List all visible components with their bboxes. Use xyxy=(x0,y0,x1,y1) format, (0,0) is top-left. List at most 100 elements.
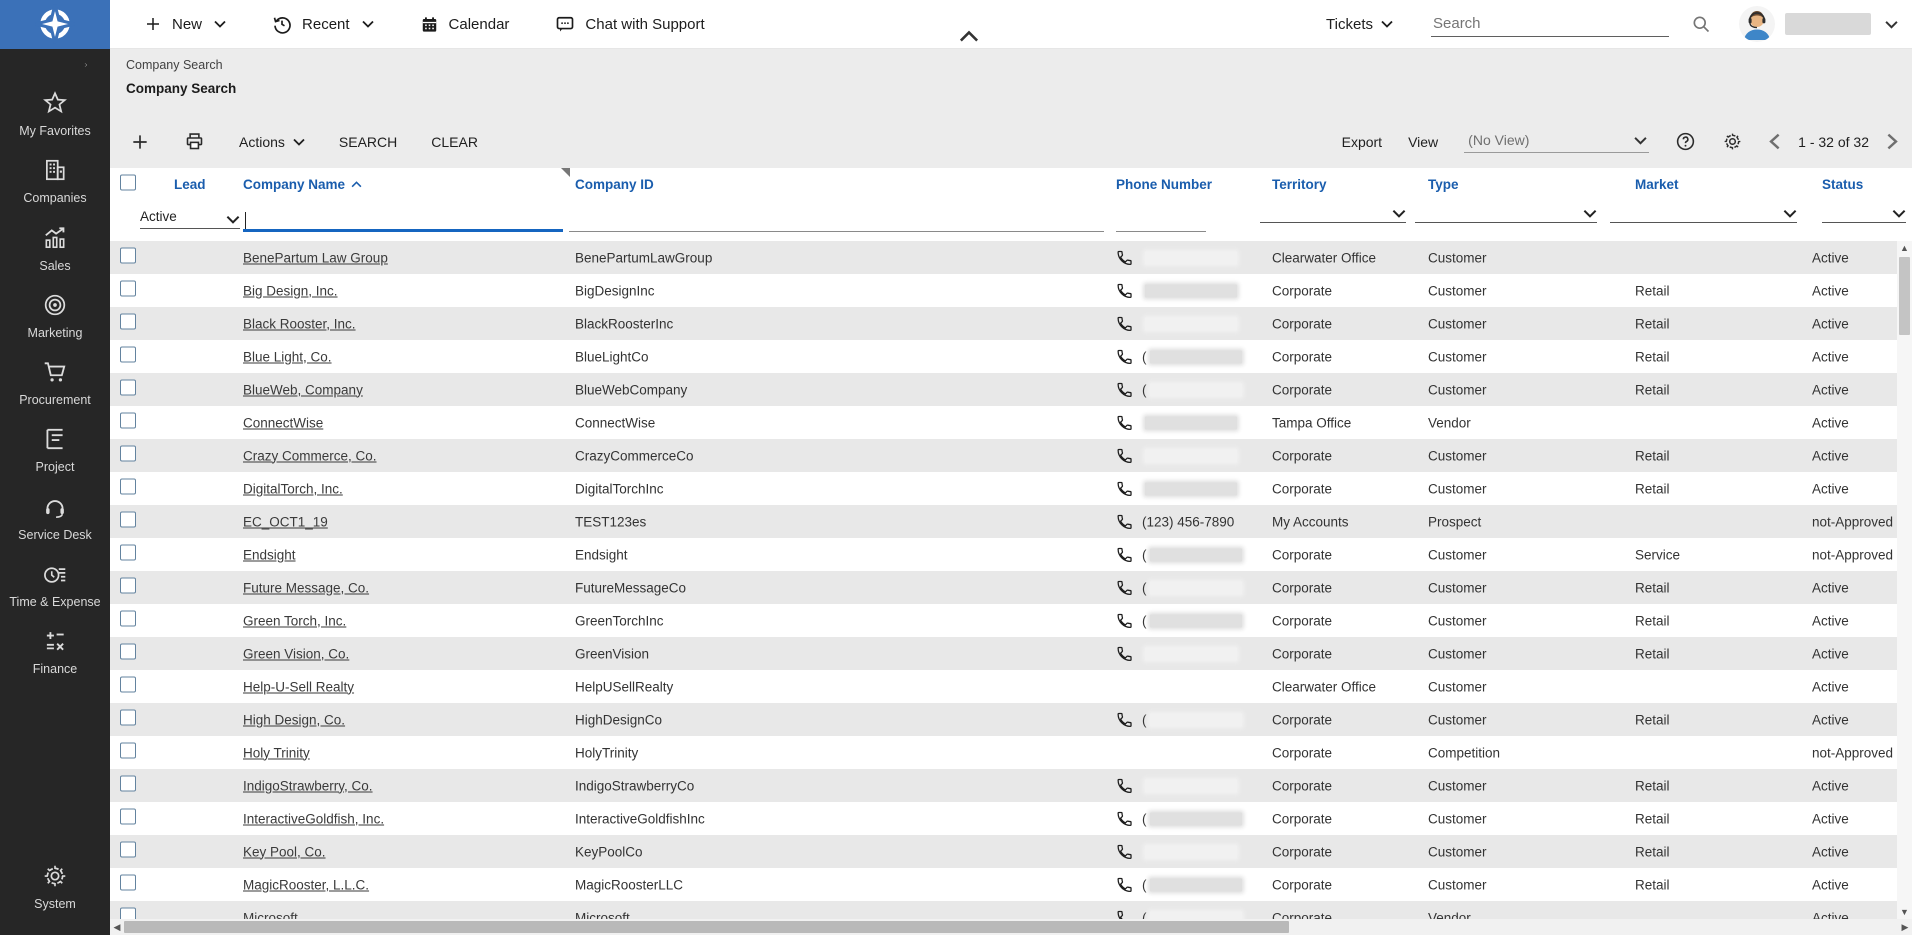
search-icon[interactable] xyxy=(1691,14,1711,34)
sidebar-item-sales[interactable]: Sales xyxy=(0,216,110,283)
phone-filter-input[interactable] xyxy=(1116,210,1206,232)
row-checkbox[interactable] xyxy=(120,808,136,824)
row-checkbox[interactable] xyxy=(120,643,136,659)
company-name-link[interactable]: BenePartum Law Group xyxy=(243,250,388,265)
vertical-scrollbar[interactable]: ▲ ▼ xyxy=(1897,241,1912,919)
company-name-link[interactable]: Crazy Commerce, Co. xyxy=(243,448,377,463)
export-button[interactable]: Export xyxy=(1342,134,1382,150)
search-input[interactable] xyxy=(1431,11,1669,37)
column-resize-marker[interactable] xyxy=(561,168,570,177)
next-page-icon[interactable] xyxy=(1887,133,1898,150)
print-icon[interactable] xyxy=(184,131,205,152)
status-filter-select[interactable] xyxy=(1822,209,1906,223)
sidebar-item-time-expense[interactable]: Time & Expense xyxy=(0,552,110,619)
column-header-status[interactable]: Status xyxy=(1822,177,1863,192)
row-checkbox[interactable] xyxy=(120,478,136,494)
company-name-link[interactable]: Help-U-Sell Realty xyxy=(243,679,354,694)
row-checkbox[interactable] xyxy=(120,742,136,758)
row-checkbox[interactable] xyxy=(120,247,136,263)
tickets-menu[interactable]: Tickets xyxy=(1326,16,1393,33)
row-checkbox[interactable] xyxy=(120,346,136,362)
sidebar-item-finance[interactable]: Finance xyxy=(0,619,110,686)
row-checkbox[interactable] xyxy=(120,841,136,857)
company-name-link[interactable]: Green Torch, Inc. xyxy=(243,613,346,628)
view-select[interactable]: (No View) xyxy=(1464,130,1649,153)
column-header-type[interactable]: Type xyxy=(1428,177,1459,192)
scroll-down-icon[interactable]: ▼ xyxy=(1900,905,1909,919)
company-name-link[interactable]: Holy Trinity xyxy=(243,745,310,760)
company-name-link[interactable]: Big Design, Inc. xyxy=(243,283,338,298)
company-name-link[interactable]: BlueWeb, Company xyxy=(243,382,363,397)
sidebar-item-service-desk[interactable]: Service Desk xyxy=(0,485,110,552)
search-button[interactable]: SEARCH xyxy=(339,134,397,150)
sidebar-item-project[interactable]: Project xyxy=(0,417,110,484)
row-checkbox[interactable] xyxy=(120,709,136,725)
row-checkbox[interactable] xyxy=(120,610,136,626)
column-header-phone[interactable]: Phone Number xyxy=(1116,177,1212,192)
row-checkbox[interactable] xyxy=(120,577,136,593)
horizontal-scroll-thumb[interactable] xyxy=(124,921,1289,933)
previous-page-icon[interactable] xyxy=(1769,133,1780,150)
calendar-button[interactable]: Calendar xyxy=(420,15,510,34)
column-header-lead[interactable]: Lead xyxy=(174,177,206,192)
connectwise-logo[interactable] xyxy=(0,0,110,49)
company-name-link[interactable]: Blue Light, Co. xyxy=(243,349,332,364)
chat-support-button[interactable]: Chat with Support xyxy=(555,14,704,34)
vertical-scroll-thumb[interactable] xyxy=(1899,257,1910,335)
row-checkbox[interactable] xyxy=(120,280,136,296)
territory-filter-select[interactable] xyxy=(1260,209,1406,223)
scroll-up-icon[interactable]: ▲ xyxy=(1900,241,1909,255)
sidebar-item-system[interactable]: System xyxy=(0,854,110,921)
row-checkbox[interactable] xyxy=(120,775,136,791)
sidebar-item-my-favorites[interactable]: My Favorites xyxy=(0,81,110,148)
company-name-link[interactable]: Green Vision, Co. xyxy=(243,646,349,661)
sidebar-item-marketing[interactable]: Marketing xyxy=(0,283,110,350)
company-id-filter-input[interactable] xyxy=(569,210,1104,232)
market-filter-select[interactable] xyxy=(1610,209,1797,223)
lead-filter-select[interactable]: Active xyxy=(140,209,240,229)
row-checkbox[interactable] xyxy=(120,379,136,395)
new-menu[interactable]: New xyxy=(144,15,226,33)
company-name-link[interactable]: DigitalTorch, Inc. xyxy=(243,481,343,496)
sidebar-item-companies[interactable]: Companies xyxy=(0,148,110,215)
sidebar-item-procurement[interactable]: Procurement xyxy=(0,350,110,417)
recent-menu[interactable]: Recent xyxy=(272,14,374,34)
expand-sidebar-icon[interactable] xyxy=(80,55,110,81)
type-filter-select[interactable] xyxy=(1415,209,1597,223)
breadcrumb[interactable]: Company Search xyxy=(126,58,1912,72)
help-icon[interactable] xyxy=(1675,131,1696,152)
user-avatar[interactable] xyxy=(1739,6,1775,42)
row-checkbox[interactable] xyxy=(120,445,136,461)
add-company-button[interactable] xyxy=(130,132,150,152)
select-all-checkbox[interactable] xyxy=(120,174,136,190)
company-name-link[interactable]: Key Pool, Co. xyxy=(243,844,326,859)
company-name-link[interactable]: Black Rooster, Inc. xyxy=(243,316,356,331)
row-checkbox[interactable] xyxy=(120,313,136,329)
company-name-filter-input[interactable] xyxy=(243,210,563,232)
settings-gear-icon[interactable] xyxy=(1722,131,1743,152)
row-checkbox[interactable] xyxy=(120,511,136,527)
company-name-link[interactable]: IndigoStrawberry, Co. xyxy=(243,778,373,793)
row-checkbox[interactable] xyxy=(120,412,136,428)
row-checkbox[interactable] xyxy=(120,544,136,560)
clear-button[interactable]: CLEAR xyxy=(431,134,478,150)
row-checkbox[interactable] xyxy=(120,874,136,890)
company-name-link[interactable]: MagicRooster, L.L.C. xyxy=(243,877,369,892)
column-header-market[interactable]: Market xyxy=(1635,177,1679,192)
row-checkbox[interactable] xyxy=(120,676,136,692)
company-name-link[interactable]: EC_OCT1_19 xyxy=(243,514,328,529)
company-name-link[interactable]: InteractiveGoldfish, Inc. xyxy=(243,811,384,826)
horizontal-scrollbar[interactable]: ◀ ▶ xyxy=(110,919,1912,935)
scroll-left-icon[interactable]: ◀ xyxy=(110,922,124,933)
collapse-header-icon[interactable] xyxy=(958,30,980,43)
company-name-link[interactable]: High Design, Co. xyxy=(243,712,345,727)
actions-menu[interactable]: Actions xyxy=(239,134,305,150)
column-header-company-id[interactable]: Company ID xyxy=(575,177,654,192)
company-name-link[interactable]: ConnectWise xyxy=(243,415,323,430)
column-header-company-name[interactable]: Company Name xyxy=(243,177,362,192)
company-name-link[interactable]: Future Message, Co. xyxy=(243,580,369,595)
scroll-right-icon[interactable]: ▶ xyxy=(1898,922,1912,933)
column-header-territory[interactable]: Territory xyxy=(1272,177,1327,192)
account-chevron-down-icon[interactable] xyxy=(1885,20,1898,29)
company-name-link[interactable]: Endsight xyxy=(243,547,296,562)
